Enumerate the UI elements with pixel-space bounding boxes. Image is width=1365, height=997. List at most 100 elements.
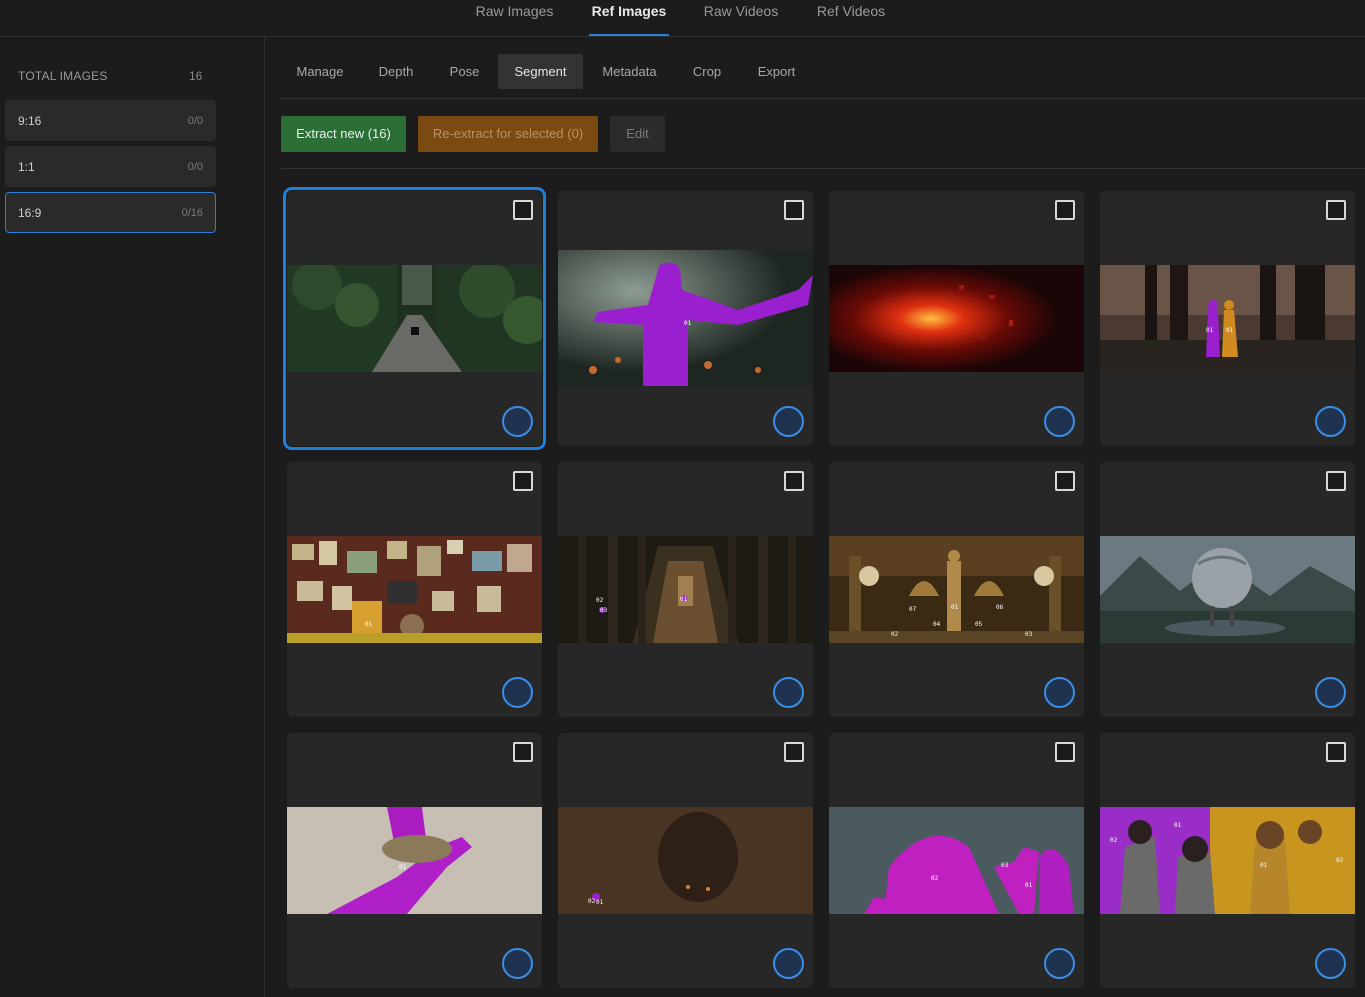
tab-pose[interactable]: Pose [437, 54, 492, 89]
tab-ref-videos[interactable]: Ref Videos [812, 0, 890, 36]
thumbnail-red-explosion [829, 265, 1084, 372]
thumbnail-foggy-dark-ship: 02 01 [558, 807, 813, 914]
svg-text:01: 01 [596, 899, 604, 906]
total-images-count: 16 [189, 69, 203, 83]
thumbnail-corkboard-wall: 01 [287, 536, 542, 643]
divider [281, 98, 1365, 99]
thumbnail-person-arms-spread: 01 [558, 250, 813, 386]
svg-text:03: 03 [600, 607, 608, 614]
image-card[interactable]: 01 [287, 462, 542, 717]
image-card[interactable]: 01 01 [1100, 191, 1355, 446]
select-checkbox[interactable] [1055, 742, 1075, 762]
select-checkbox[interactable] [1055, 200, 1075, 220]
ratio-count: 0/0 [187, 161, 203, 173]
svg-text:02: 02 [931, 875, 939, 882]
svg-text:01: 01 [1260, 862, 1268, 869]
ratio-item-16-9[interactable]: 16:9 0/16 [5, 192, 216, 233]
image-card[interactable]: 02 03 01 [558, 462, 813, 717]
main-panel: Manage Depth Pose Segment Metadata Crop … [265, 37, 1365, 997]
status-indicator[interactable] [1315, 948, 1346, 979]
svg-text:01: 01 [399, 864, 407, 871]
select-checkbox[interactable] [513, 742, 533, 762]
thumbnail-columned-hallway: 02 03 01 [558, 536, 813, 643]
thumbnail-robed-crowd: 01 02 01 02 [1100, 807, 1355, 914]
select-checkbox[interactable] [784, 471, 804, 491]
sidebar: TOTAL IMAGES 16 9:16 0/0 1:1 0/0 16:9 0/… [0, 37, 265, 997]
tab-raw-videos[interactable]: Raw Videos [699, 0, 783, 36]
status-indicator[interactable] [502, 948, 533, 979]
select-checkbox[interactable] [1055, 471, 1075, 491]
status-indicator[interactable] [1044, 406, 1075, 437]
status-indicator[interactable] [773, 677, 804, 708]
svg-text:01: 01 [951, 604, 959, 611]
status-indicator[interactable] [1044, 948, 1075, 979]
status-indicator[interactable] [773, 948, 804, 979]
ratio-label: 9:16 [18, 114, 42, 128]
status-indicator[interactable] [1315, 677, 1346, 708]
thumbnail-hand-with-sand: 01 [287, 807, 542, 914]
select-checkbox[interactable] [1326, 742, 1346, 762]
svg-text:01: 01 [684, 320, 692, 327]
svg-text:01: 01 [1226, 327, 1234, 334]
status-indicator[interactable] [1044, 677, 1075, 708]
ratio-label: 1:1 [18, 160, 35, 174]
total-images-label: TOTAL IMAGES [18, 69, 108, 83]
image-card[interactable] [829, 191, 1084, 446]
svg-text:07: 07 [909, 606, 917, 613]
extract-new-button[interactable]: Extract new (16) [281, 116, 406, 152]
thumbnail-ornate-opera-hall: 07 01 06 02 04 05 03 [829, 536, 1084, 643]
divider [281, 168, 1365, 169]
svg-text:02: 02 [588, 898, 596, 905]
thumbnail-two-figures-pillars: 01 01 [1100, 265, 1355, 372]
svg-text:01: 01 [1206, 327, 1214, 334]
thumbnail-hooded-figures: 02 03 01 [829, 807, 1084, 914]
thumbnail-forest-road [287, 265, 542, 372]
ratio-item-1-1[interactable]: 1:1 0/0 [5, 146, 216, 187]
status-indicator[interactable] [773, 406, 804, 437]
image-card[interactable]: 01 [558, 191, 813, 446]
select-checkbox[interactable] [513, 200, 533, 220]
select-checkbox[interactable] [784, 200, 804, 220]
tab-raw-images[interactable]: Raw Images [468, 0, 561, 36]
tab-segment[interactable]: Segment [498, 54, 583, 89]
svg-text:03: 03 [1001, 862, 1009, 869]
tab-metadata[interactable]: Metadata [592, 54, 667, 89]
status-indicator[interactable] [502, 677, 533, 708]
tab-crop[interactable]: Crop [683, 54, 731, 89]
select-checkbox[interactable] [784, 742, 804, 762]
svg-text:05: 05 [975, 621, 983, 628]
image-card[interactable] [283, 187, 546, 450]
image-card[interactable] [1100, 462, 1355, 717]
svg-text:03: 03 [1025, 631, 1033, 638]
svg-text:01: 01 [1174, 822, 1182, 829]
image-card[interactable]: 07 01 06 02 04 05 03 [829, 462, 1084, 717]
edit-button[interactable]: Edit [610, 116, 665, 152]
svg-text:02: 02 [891, 631, 899, 638]
svg-text:01: 01 [680, 596, 688, 603]
select-checkbox[interactable] [1326, 471, 1346, 491]
svg-text:06: 06 [996, 604, 1004, 611]
image-card[interactable]: 01 02 01 02 [1100, 733, 1355, 988]
thumbnail-sphere-landscape [1100, 536, 1355, 643]
reextract-selected-button[interactable]: Re-extract for selected (0) [418, 116, 598, 152]
svg-text:04: 04 [933, 621, 941, 628]
svg-text:02: 02 [1336, 857, 1344, 864]
select-checkbox[interactable] [513, 471, 533, 491]
ratio-label: 16:9 [18, 206, 42, 220]
image-card[interactable]: 02 03 01 [829, 733, 1084, 988]
tab-export[interactable]: Export [748, 54, 805, 89]
select-checkbox[interactable] [1326, 200, 1346, 220]
tab-depth[interactable]: Depth [366, 54, 426, 89]
status-indicator[interactable] [502, 406, 533, 437]
image-card[interactable]: 01 [287, 733, 542, 988]
tab-manage[interactable]: Manage [286, 54, 354, 89]
image-card[interactable]: 02 01 [558, 733, 813, 988]
ratio-item-9-16[interactable]: 9:16 0/0 [5, 100, 216, 141]
status-indicator[interactable] [1315, 406, 1346, 437]
tab-ref-images[interactable]: Ref Images [589, 0, 669, 36]
svg-text:01: 01 [1025, 882, 1033, 889]
svg-text:02: 02 [596, 597, 604, 604]
top-navigation: Raw Images Ref Images Raw Videos Ref Vid… [0, 0, 1365, 37]
ratio-count: 0/16 [181, 207, 203, 219]
ratio-count: 0/0 [187, 115, 203, 127]
